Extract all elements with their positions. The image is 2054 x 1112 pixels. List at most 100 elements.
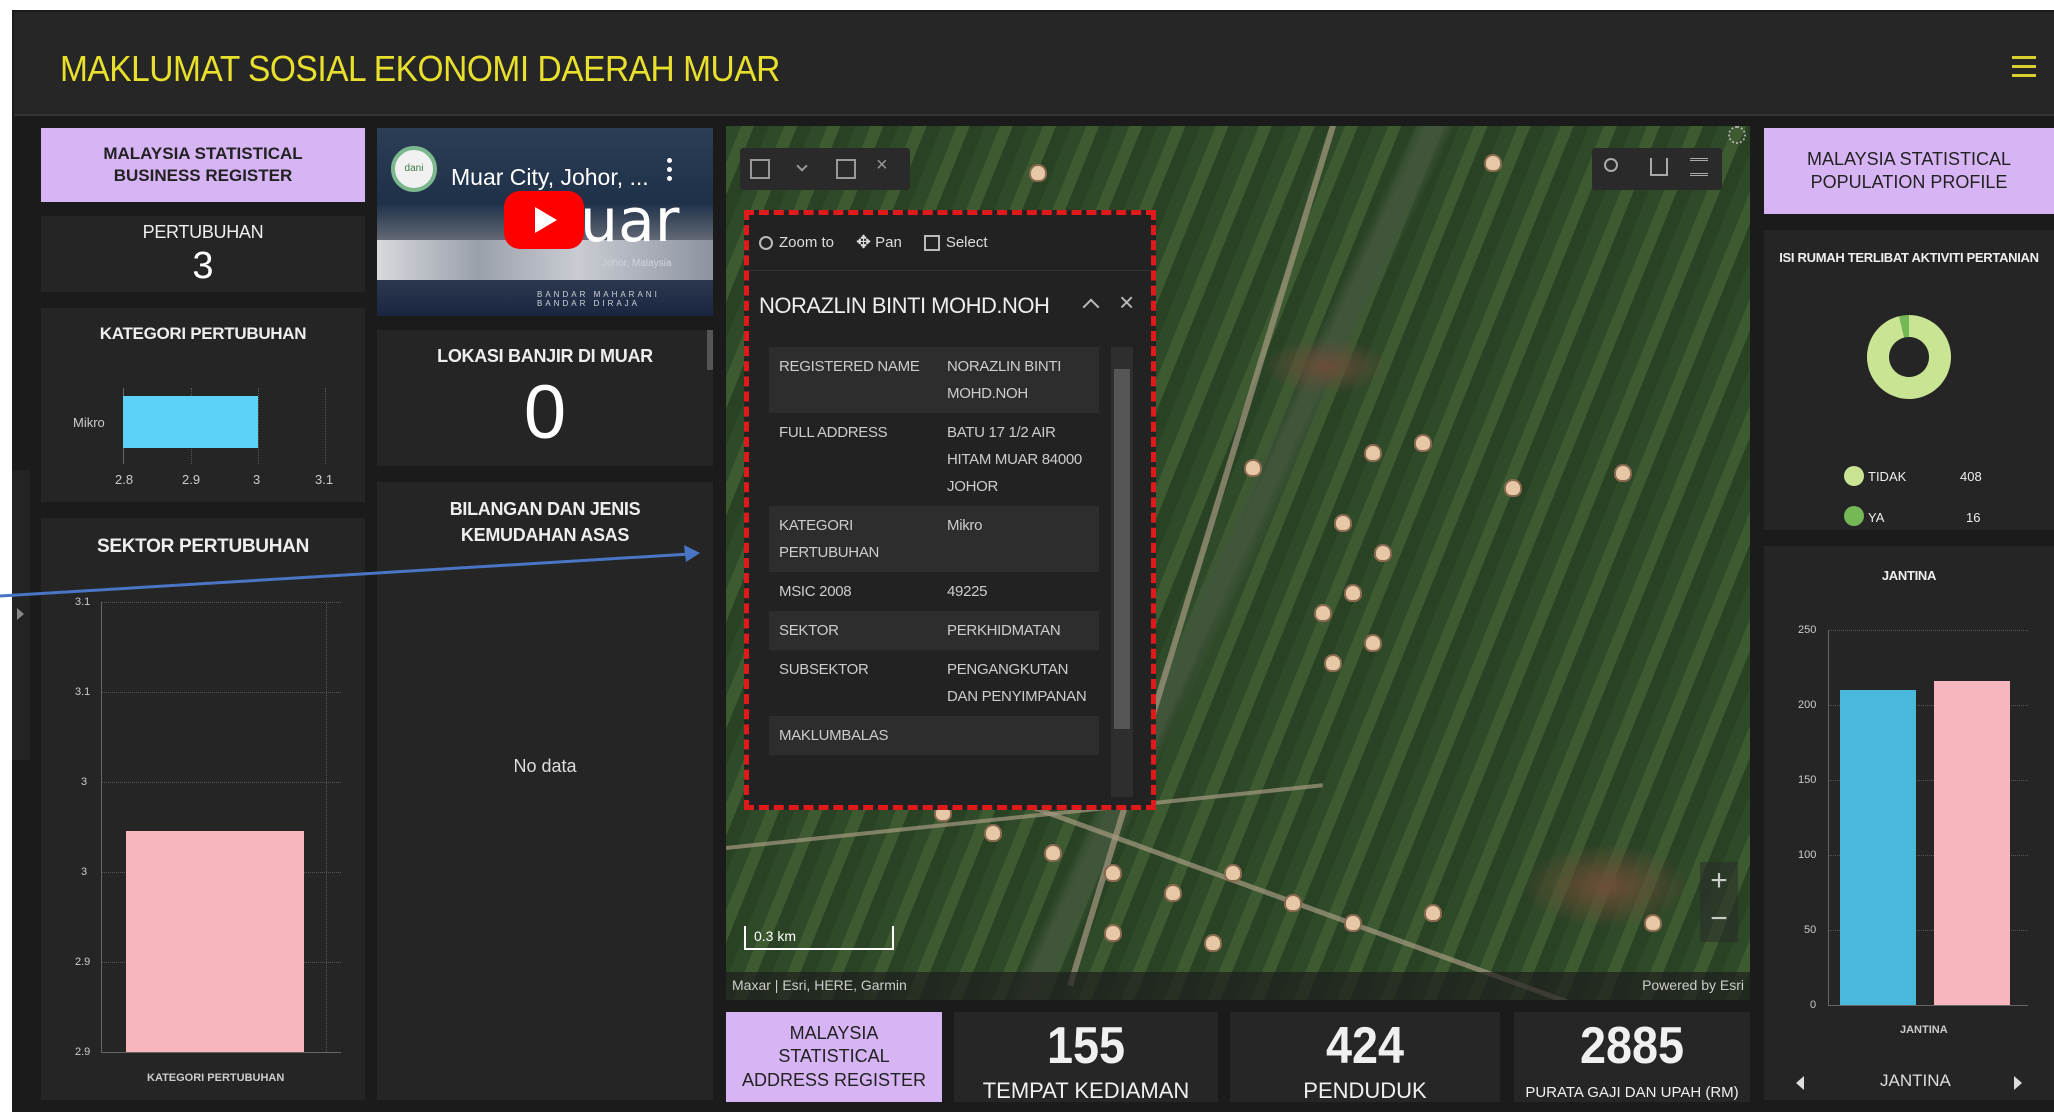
map-feature — [1646, 916, 1660, 930]
layer-list-icon[interactable] — [836, 159, 856, 179]
tick-label: 3 — [81, 776, 88, 788]
donut-panel: ISI RUMAH TERLIBAT AKTIVITI PERTANIAN TI… — [1764, 230, 2054, 530]
legend-icon[interactable] — [1690, 158, 1708, 176]
hamburger-icon[interactable] — [2012, 56, 2036, 78]
chevron-right-icon[interactable] — [2014, 1076, 2022, 1090]
scrollbar-thumb[interactable] — [1114, 369, 1130, 729]
zoom-out-button[interactable]: − — [1700, 900, 1738, 938]
attr-value — [937, 716, 1099, 755]
attr-key: REGISTERED NAME — [779, 358, 920, 375]
map-feature — [1246, 461, 1260, 475]
map-toolbar-right — [1592, 148, 1722, 190]
kpi-label: TEMPAT KEDIAMAN — [982, 1078, 1190, 1103]
pertubuhan-label: PERTUBUHAN — [142, 222, 264, 242]
attr-value: Mikro — [947, 517, 983, 534]
select-icon[interactable] — [923, 234, 940, 251]
home-icon[interactable] — [1650, 158, 1668, 176]
basemap-icon[interactable] — [750, 159, 770, 179]
legend-swatch-tidak — [1844, 466, 1864, 486]
axis-line — [101, 602, 102, 1052]
legend-swatch-ya — [1844, 506, 1864, 526]
pan-icon[interactable]: ✥ — [856, 232, 871, 253]
legend-value: 408 — [1960, 469, 1982, 484]
zoom-in-button[interactable]: + — [1700, 862, 1738, 900]
popup-attribute-table: REGISTERED NAME NORAZLIN BINTI MOHD.NOH F… — [769, 347, 1099, 797]
kpi-label: PENDUDUK — [1303, 1078, 1427, 1103]
axis-line — [101, 1052, 341, 1053]
map-feature — [1206, 936, 1220, 950]
kpi-value: 155 — [1046, 1017, 1126, 1075]
population-profile-banner: MALAYSIA STATISTICAL POPULATION PROFILE — [1764, 128, 2054, 214]
map-feature — [1226, 866, 1240, 880]
attr-key: FULL ADDRESS — [779, 424, 888, 441]
donut-slice-tidak[interactable] — [1867, 315, 1951, 399]
bar-mikro[interactable] — [123, 396, 258, 448]
collapse-icon[interactable] — [1082, 298, 1100, 316]
gridline — [258, 388, 259, 464]
table-row: REGISTERED NAME NORAZLIN BINTI MOHD.NOH — [769, 347, 1099, 413]
tick-label: 2.9 — [75, 956, 91, 968]
side-expand-tab[interactable] — [12, 470, 30, 760]
bar-jantina-2[interactable] — [1934, 681, 2010, 1005]
kpi-tempat-kediaman: 155 TEMPAT KEDIAMAN — [954, 1012, 1218, 1103]
search-icon[interactable] — [1604, 158, 1618, 172]
zoom-to-button[interactable]: Zoom to — [779, 234, 834, 251]
attr-value: 49225 — [947, 583, 988, 600]
legend-label: TIDAK — [1868, 469, 1907, 484]
tick-label: 200 — [1798, 699, 1817, 711]
play-icon[interactable] — [504, 191, 584, 249]
map-feature — [1366, 636, 1380, 650]
table-row: SUBSEKTOR PENGANGKUTAN DAN PENYIMPANAN — [769, 650, 1099, 716]
fullscreen-icon[interactable] — [1728, 126, 1746, 144]
map-feature — [1486, 156, 1500, 170]
map-feature — [1426, 906, 1440, 920]
close-icon[interactable]: × — [876, 154, 888, 177]
map-feature — [1106, 866, 1120, 880]
tick-label: 50 — [1804, 924, 1817, 936]
feature-popup[interactable]: Zoom to ✥ Pan Select NORAZLIN BINTI MOHD… — [744, 210, 1156, 810]
more-vert-icon[interactable] — [667, 158, 673, 184]
kpi-value: 2885 — [1579, 1017, 1685, 1075]
page-title: MAKLUMAT SOSIAL EKONOMI DAERAH MUAR — [60, 48, 780, 89]
channel-avatar[interactable]: dani — [391, 146, 437, 192]
x-axis-label: JANTINA — [1900, 1024, 1948, 1036]
video-subtitle-2: BANDAR MAHARANI BANDAR DIRAJA — [537, 290, 660, 308]
scrollbar[interactable] — [707, 330, 713, 370]
attr-key: KATEGORI PERTUBUHAN — [779, 517, 880, 561]
zoom-to-icon[interactable] — [759, 235, 773, 250]
x-axis-label: KATEGORI PERTUBUHAN — [147, 1072, 285, 1084]
attr-key: MAKLUMBALAS — [779, 727, 889, 744]
donut-chart[interactable] — [1864, 312, 1954, 402]
bar-sektor[interactable] — [126, 831, 304, 1052]
map-feature — [1326, 656, 1340, 670]
table-row: MSIC 2008 49225 — [769, 572, 1099, 611]
bar-jantina-1[interactable] — [1840, 690, 1916, 1005]
kpi-purata-gaji: 2885 PURATA GAJI DAN UPAH (RM) — [1514, 1012, 1750, 1102]
kategori-chart-title: KATEGORI PERTUBUHAN — [99, 324, 307, 343]
map-feature — [1366, 446, 1380, 460]
attr-value: BATU 17 1/2 AIR HITAM MUAR 84000 JOHOR — [947, 424, 1082, 495]
tick-label: 3.1 — [75, 686, 91, 698]
no-data-text: No data — [513, 756, 577, 777]
select-button[interactable]: Select — [946, 234, 988, 251]
tick-label: 250 — [1798, 624, 1817, 636]
chevron-down-icon[interactable] — [796, 160, 808, 172]
close-icon[interactable]: × — [1119, 287, 1134, 318]
map-feature — [1506, 481, 1520, 495]
map-feature — [1376, 546, 1390, 560]
chevron-left-icon[interactable] — [1796, 1076, 1804, 1090]
kategori-chart-panel: KATEGORI PERTUBUHAN Mikro 2.8 2.9 3 3.1 — [41, 308, 365, 502]
video-thumbnail[interactable]: dani Muar City, Johor, ... uar Johor, Ma… — [377, 128, 713, 316]
tick-label: 3.1 — [315, 472, 334, 487]
population-profile-title: MALAYSIA STATISTICAL POPULATION PROFILE — [1806, 148, 2012, 192]
pertubuhan-panel: PERTUBUHAN 3 — [41, 216, 365, 292]
category-label: Mikro — [73, 415, 105, 430]
tick-label: 100 — [1798, 849, 1817, 861]
pan-button[interactable]: Pan — [875, 234, 902, 251]
scrollbar[interactable] — [1111, 347, 1133, 797]
tick-label: 2.9 — [182, 472, 201, 487]
gridline — [325, 388, 326, 464]
popup-toolbar: Zoom to ✥ Pan Select — [749, 215, 1151, 271]
map-feature — [1616, 466, 1630, 480]
popup-title: NORAZLIN BINTI MOHD.NOH — [759, 293, 1050, 318]
